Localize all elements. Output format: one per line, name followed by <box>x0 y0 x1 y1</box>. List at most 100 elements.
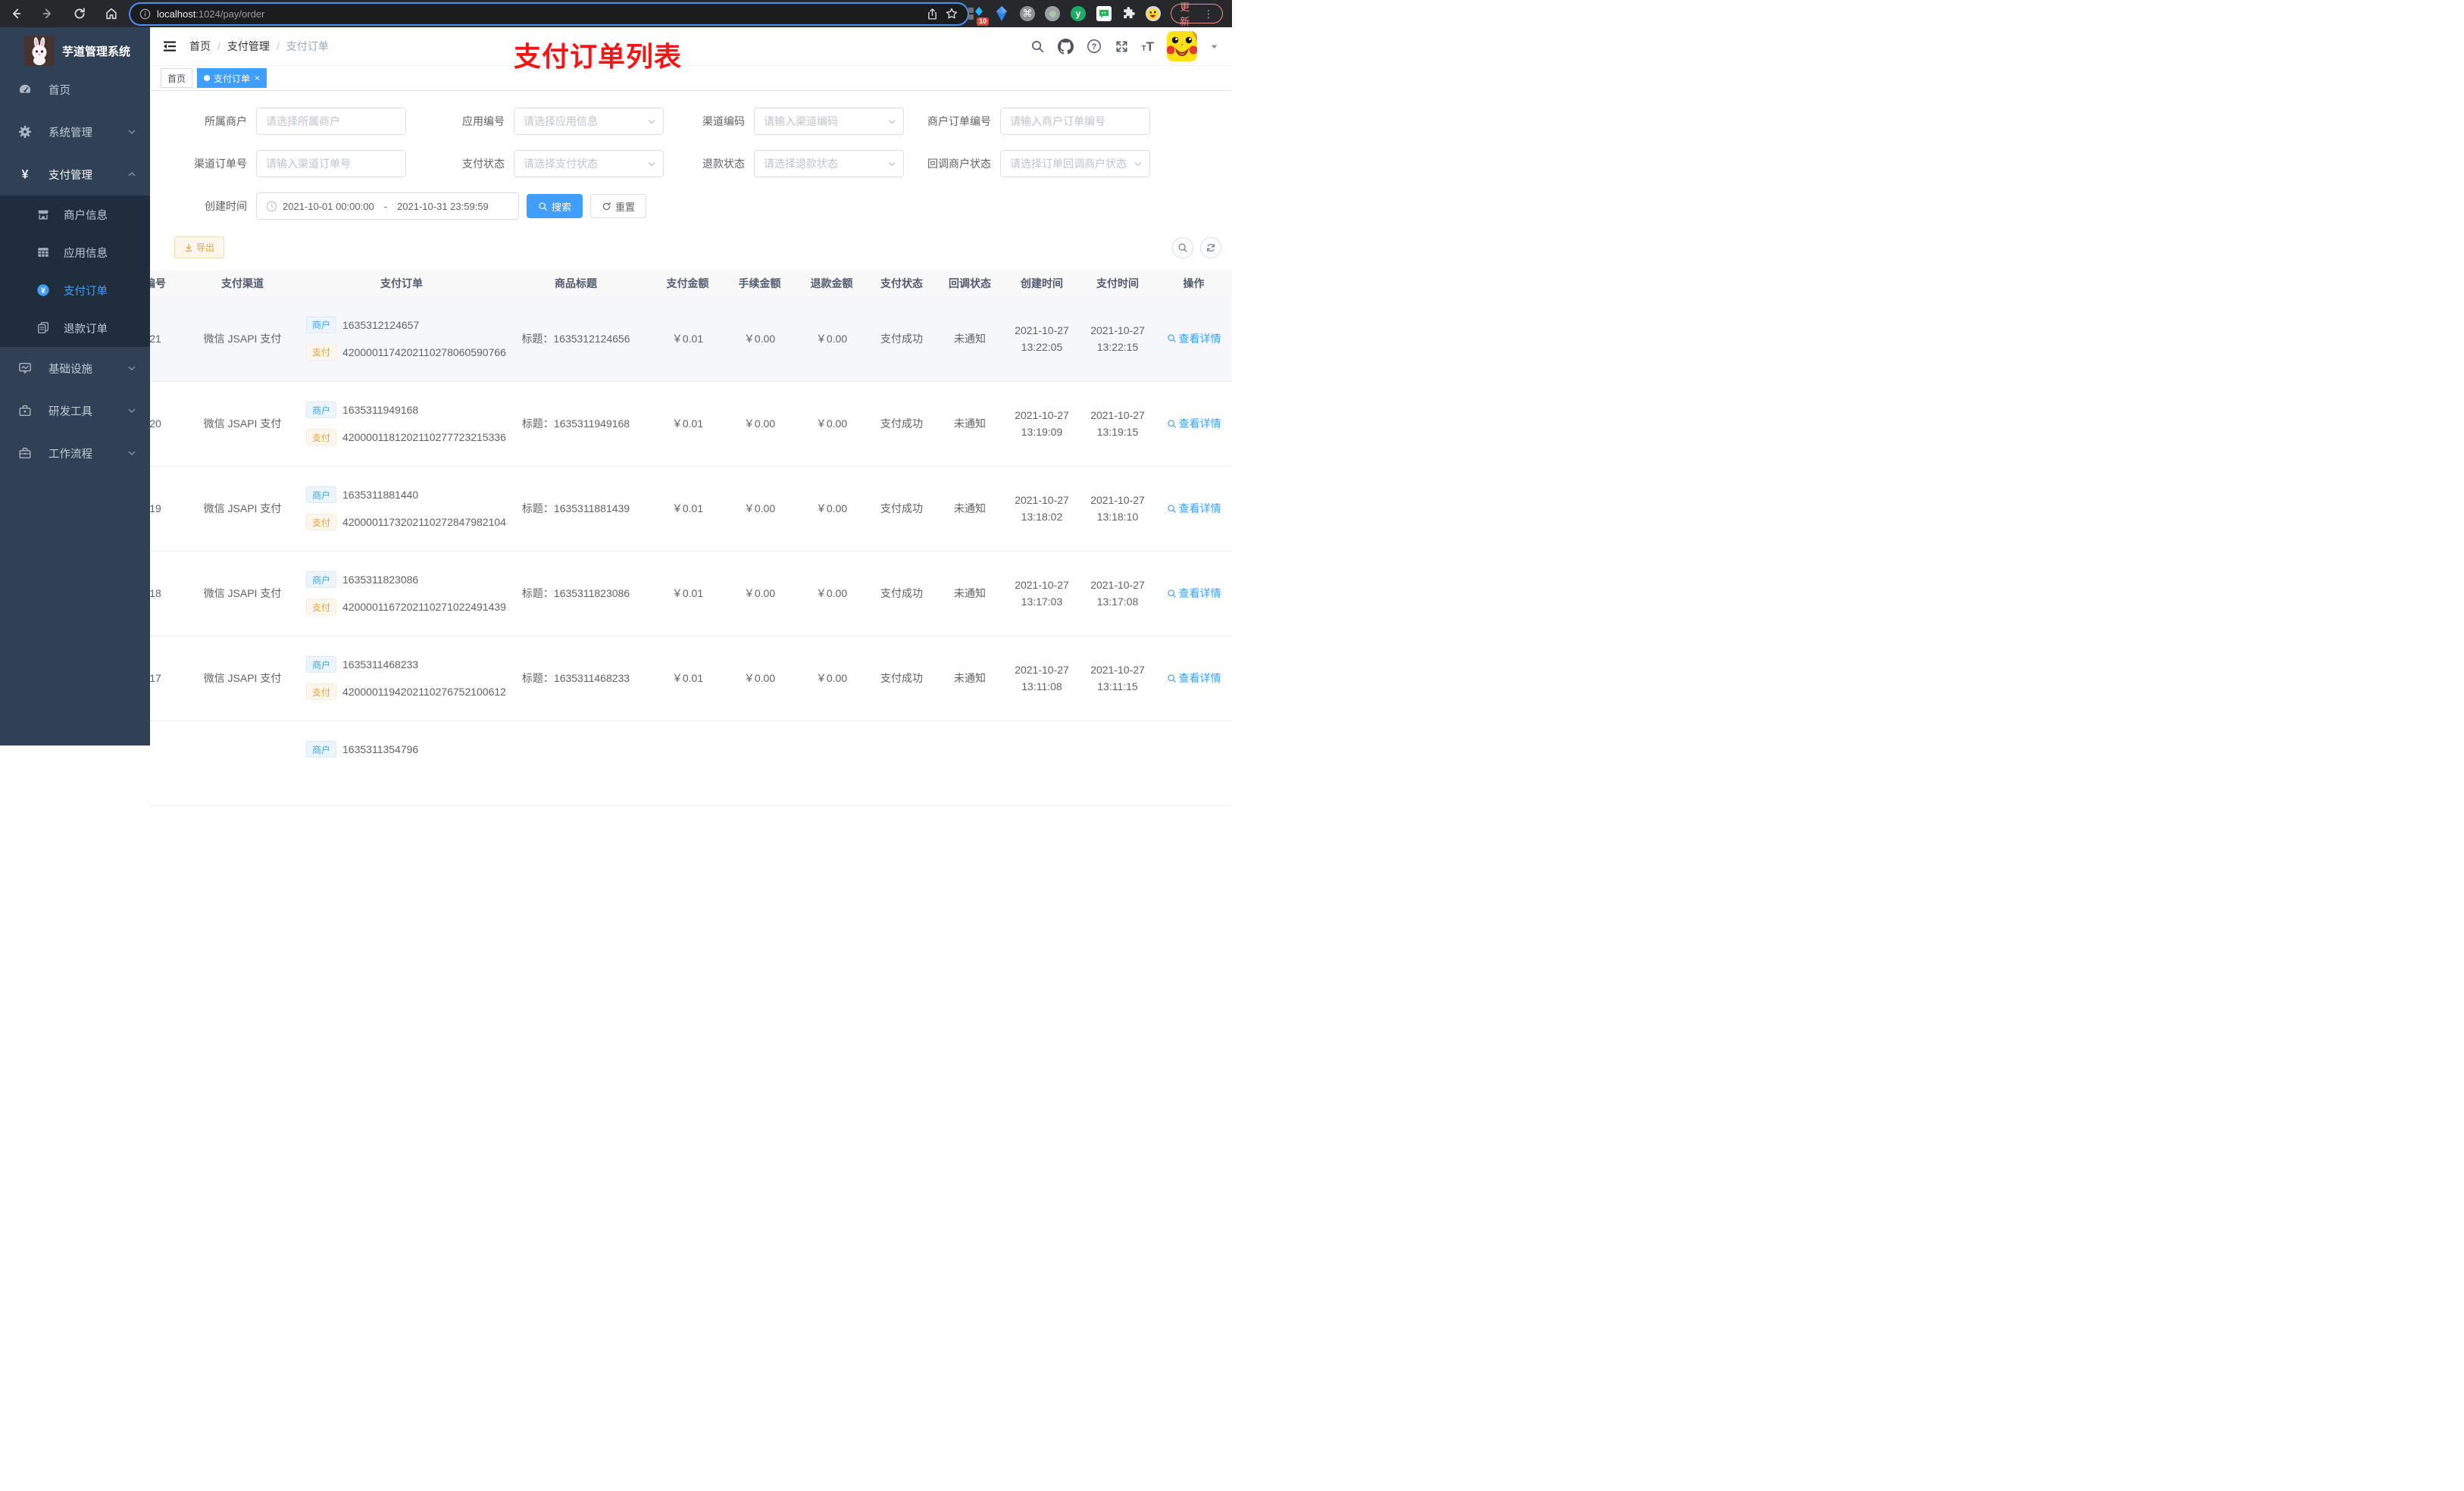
notify-status-select[interactable] <box>1000 150 1150 177</box>
extension-tabs-icon[interactable]: 10 <box>968 5 989 26</box>
fullscreen-icon[interactable] <box>1115 39 1129 54</box>
view-detail-link[interactable]: 查看详情 <box>1167 586 1221 601</box>
notify-status: 未通知 <box>954 332 986 345</box>
app-select-field[interactable] <box>524 115 654 127</box>
forward-icon[interactable] <box>41 7 55 20</box>
pay-status: 支付成功 <box>880 672 923 684</box>
notify-status-field[interactable] <box>1010 158 1140 170</box>
sidebar-item-pay-order[interactable]: ¥ 支付订单 <box>0 271 150 309</box>
briefcase-icon <box>19 448 31 458</box>
create-date: 2021-10-27 <box>1015 579 1069 591</box>
github-icon[interactable] <box>1057 38 1074 55</box>
address-bar[interactable]: localhost:1024/pay/order <box>130 3 968 24</box>
merchant-order-no-input[interactable] <box>1000 108 1150 135</box>
sidebar-item-home[interactable]: 首页 <box>0 68 150 111</box>
pay-amount: ￥0.01 <box>671 332 704 345</box>
chevron-down-icon <box>128 408 136 413</box>
pay-date: 2021-10-27 <box>1090 494 1145 506</box>
merchant-order-no-field[interactable] <box>1010 115 1140 127</box>
breadcrumb-home[interactable]: 首页 <box>189 39 211 54</box>
refund-status-field[interactable] <box>764 158 894 170</box>
gear-icon <box>18 125 32 139</box>
bookmark-star-icon[interactable] <box>945 7 958 20</box>
view-detail-link[interactable]: 查看详情 <box>1167 416 1221 431</box>
toolbox-icon <box>19 405 31 416</box>
notify-status: 未通知 <box>954 587 986 599</box>
chevron-down-icon <box>888 120 896 124</box>
pay-status-select[interactable] <box>514 150 664 177</box>
sidebar-item-dev-tools[interactable]: 研发工具 <box>0 389 150 432</box>
user-avatar[interactable] <box>1167 31 1197 61</box>
caret-down-icon[interactable] <box>1210 42 1218 51</box>
refresh-table-button[interactable] <box>1200 236 1221 258</box>
extension-gem-icon[interactable] <box>994 5 1010 22</box>
create-date: 2021-10-27 <box>1015 494 1069 506</box>
profile-emoji-icon[interactable] <box>1145 5 1162 22</box>
svg-text:¥: ¥ <box>41 286 45 295</box>
create-time: 13:19:09 <box>1021 426 1063 438</box>
channel-code-field[interactable] <box>764 115 894 127</box>
channel-code-select[interactable] <box>754 108 904 135</box>
tag-pay-order[interactable]: 支付订单 × <box>197 68 267 88</box>
channel-order-no-input[interactable] <box>256 150 406 177</box>
toggle-search-button[interactable] <box>1172 236 1193 258</box>
column-header: 创建时间 <box>1004 270 1080 296</box>
merchant-input-field[interactable] <box>266 115 396 127</box>
extension-y-icon[interactable]: y <box>1070 5 1087 22</box>
channel-order-no-field[interactable] <box>266 158 396 170</box>
merchant-order-no: 1635311881440 <box>342 489 419 501</box>
sidebar-item-payment[interactable]: ¥ 支付管理 <box>0 153 150 195</box>
extensions-puzzle-icon[interactable] <box>1121 6 1136 21</box>
tag-home[interactable]: 首页 <box>161 68 193 88</box>
filter-notify-status: 回调商户状态 <box>904 150 1150 177</box>
pay-date: 2021-10-27 <box>1090 324 1145 336</box>
filter-refund-status: 退款状态 <box>664 150 904 177</box>
help-icon[interactable]: ? <box>1087 39 1102 54</box>
reload-icon[interactable] <box>73 7 86 20</box>
share-icon[interactable] <box>926 8 939 20</box>
search-icon <box>1167 334 1176 343</box>
view-detail-link[interactable]: 查看详情 <box>1167 501 1221 516</box>
refund-amount: ￥0.00 <box>815 417 848 430</box>
breadcrumb-current: 支付订单 <box>286 40 329 52</box>
filter-pay-status: 支付状态 <box>406 150 664 177</box>
date-end[interactable]: 2021-10-31 23:59:59 <box>397 201 489 212</box>
sidebar-item-merchant-info[interactable]: 商户信息 <box>0 195 150 233</box>
header-search-icon[interactable] <box>1030 39 1045 54</box>
sidebar-item-infrastructure[interactable]: 基础设施 <box>0 347 150 389</box>
chevron-down-icon <box>128 451 136 455</box>
extension-command-icon[interactable]: ⌘ <box>1019 5 1036 22</box>
merchant-input[interactable] <box>256 108 406 135</box>
search-button[interactable]: 搜索 <box>527 194 583 218</box>
view-detail-link[interactable]: 查看详情 <box>1167 331 1221 346</box>
app-select[interactable] <box>514 108 664 135</box>
sidebar-item-system[interactable]: 系统管理 <box>0 111 150 153</box>
site-info-icon[interactable] <box>139 8 151 20</box>
browser-update-button[interactable]: 更新 ⋮ <box>1171 2 1223 27</box>
pay-date: 2021-10-27 <box>1090 409 1145 421</box>
sidebar-item-refund-order[interactable]: 退款订单 <box>0 309 150 347</box>
app-logo[interactable]: 芋道管理系统 <box>0 27 150 67</box>
back-icon[interactable] <box>9 7 23 20</box>
home-icon[interactable] <box>105 7 118 20</box>
page-content: 所属商户 应用编号 渠道编码 商户订单编号 渠 <box>150 91 1232 806</box>
browser-menu-icon[interactable]: ⋮ <box>1203 8 1214 20</box>
close-icon[interactable]: × <box>255 73 260 83</box>
sidebar-toggle-icon[interactable] <box>162 39 177 54</box>
breadcrumb-pay-manage[interactable]: 支付管理 <box>227 39 270 54</box>
extension-dot-icon[interactable] <box>1045 5 1061 22</box>
view-detail-link[interactable]: 查看详情 <box>1167 670 1221 686</box>
font-size-icon[interactable]: TT <box>1142 40 1155 53</box>
reset-button[interactable]: 重置 <box>590 194 647 218</box>
date-range-picker[interactable]: 2021-10-01 00:00:00 - 2021-10-31 23:59:5… <box>256 192 519 220</box>
sidebar-item-app-info[interactable]: 应用信息 <box>0 233 150 271</box>
field-label: 渠道编码 <box>702 115 745 127</box>
url-text[interactable]: localhost:1024/pay/order <box>157 8 920 20</box>
sidebar-item-label: 系统管理 <box>48 127 92 139</box>
refund-status-select[interactable] <box>754 150 904 177</box>
date-start[interactable]: 2021-10-01 00:00:00 <box>283 201 374 212</box>
export-button[interactable]: 导出 <box>174 236 225 258</box>
sidebar-item-workflow[interactable]: 工作流程 <box>0 432 150 474</box>
extension-chat-icon[interactable] <box>1096 5 1112 22</box>
pay-status-field[interactable] <box>524 158 654 170</box>
